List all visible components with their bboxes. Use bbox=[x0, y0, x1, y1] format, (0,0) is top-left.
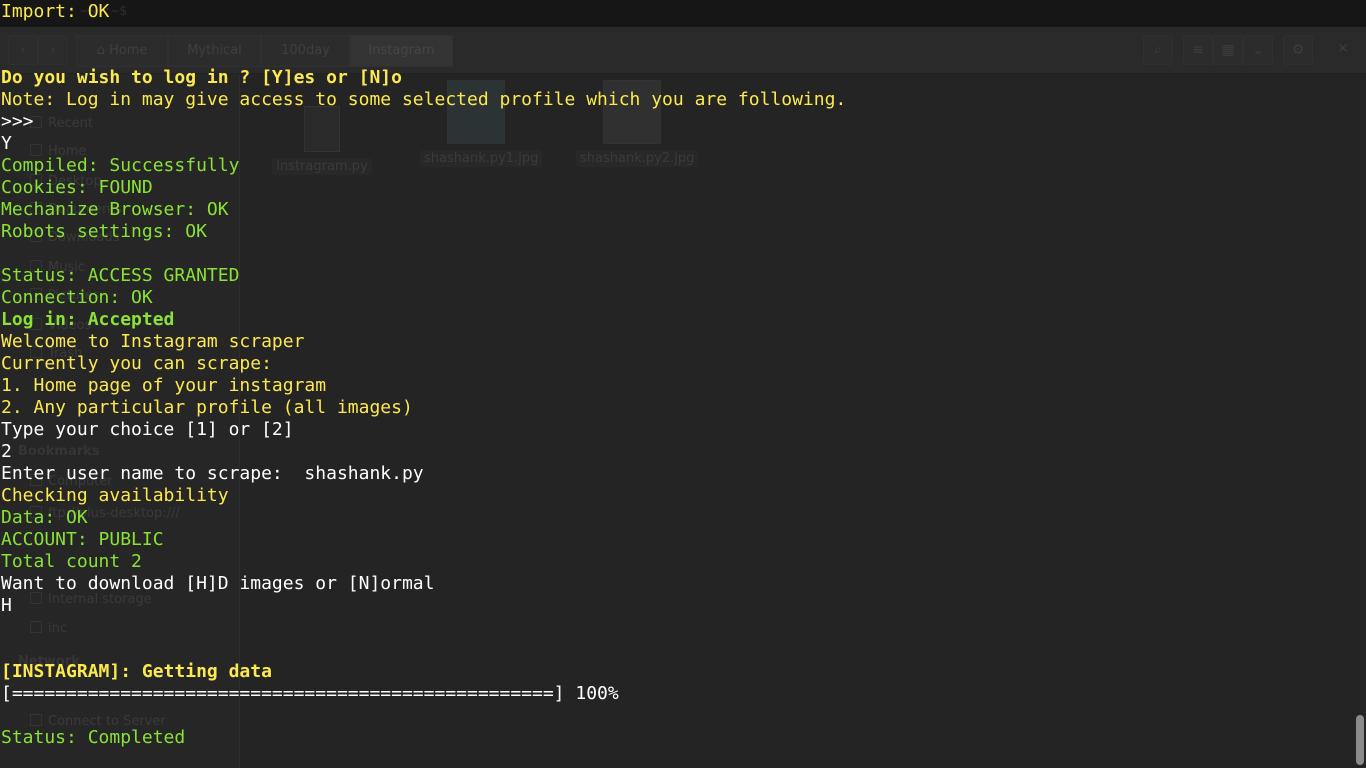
terminal-line: Want to download [H]D images or [N]ormal bbox=[1, 573, 435, 594]
terminal-line: Checking availability bbox=[1, 485, 229, 506]
terminal-line: Y bbox=[1, 133, 12, 154]
terminal-scrollbar[interactable] bbox=[1356, 715, 1364, 765]
terminal-line: Do you wish to log in ? [Y]es or [N]o bbox=[1, 67, 402, 88]
terminal-line: Connection: OK bbox=[1, 287, 153, 308]
terminal-line: Total count 2 bbox=[1, 551, 142, 572]
terminal-line: Welcome to Instagram scraper bbox=[1, 331, 305, 352]
terminal-line: ACCOUNT: PUBLIC bbox=[1, 529, 164, 550]
terminal-line: Type your choice [1] or [2] bbox=[1, 419, 294, 440]
terminal-line: Data: OK bbox=[1, 507, 88, 528]
terminal-line: Currently you can scrape: bbox=[1, 353, 272, 374]
terminal-line: 2 bbox=[1, 441, 12, 462]
terminal-line: >>> bbox=[1, 111, 34, 132]
terminal-line: Enter user name to scrape: shashank.py bbox=[1, 463, 424, 484]
terminal-line: Status: Completed bbox=[1, 727, 186, 748]
terminal-line: Cookies: FOUND bbox=[1, 177, 153, 198]
terminal-line: H bbox=[1, 595, 12, 616]
terminal-line: Robots settings: OK bbox=[1, 221, 207, 242]
desktop-screen: ~$ :~$ ‹ › ⌂ Home Mythical 100day Instag… bbox=[0, 0, 1366, 768]
terminal-line: [INSTAGRAM]: Getting data bbox=[1, 661, 272, 682]
terminal-line: 1. Home page of your instagram bbox=[1, 375, 327, 396]
terminal-line: Status: ACCESS GRANTED bbox=[1, 265, 240, 286]
terminal-line: 2. Any particular profile (all images) bbox=[1, 397, 413, 418]
terminal-line: Import: OK bbox=[1, 1, 110, 22]
terminal-line: Log in: Accepted bbox=[1, 309, 175, 330]
progress-bar-line: [=======================================… bbox=[1, 683, 619, 704]
terminal-output[interactable]: Import: OK Do you wish to log in ? [Y]es … bbox=[0, 0, 1366, 768]
terminal-line: Compiled: Successfully bbox=[1, 155, 240, 176]
terminal-line: Note: Log in may give access to some sel… bbox=[1, 89, 847, 110]
terminal-line: Mechanize Browser: OK bbox=[1, 199, 229, 220]
